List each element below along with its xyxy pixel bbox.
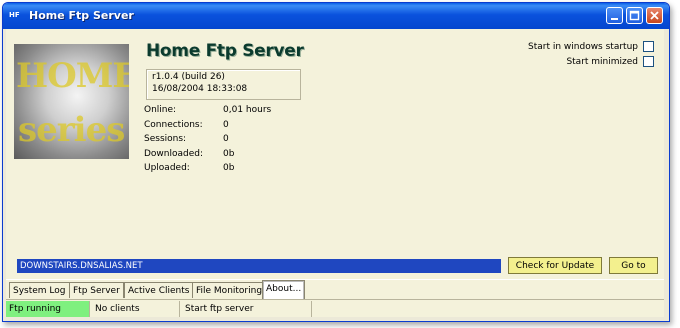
app-icon: HF: [9, 11, 20, 19]
status-message: Start ftp server: [182, 301, 312, 317]
startup-checkbox[interactable]: [643, 41, 654, 52]
stat-online: Online: 0,01 hours: [144, 103, 271, 118]
version-box: r1.0.4 (build 26) 16/08/2004 18:33:08: [146, 69, 301, 100]
minimize-button[interactable]: [606, 7, 623, 24]
check-for-update-button[interactable]: Check for Update: [508, 257, 602, 274]
minimized-checkbox[interactable]: [643, 56, 654, 67]
stat-downloaded: Downloaded: 0b: [144, 147, 271, 162]
option-start-with-windows[interactable]: Start in windows startup: [528, 41, 654, 52]
stat-label: Sessions:: [144, 134, 187, 144]
minimized-label: Start minimized: [566, 56, 638, 67]
tab-ftp-server[interactable]: Ftp Server: [69, 282, 124, 298]
host-address-field[interactable]: DOWNSTAIRS.DNSALIAS.NET: [17, 259, 501, 273]
startup-label: Start in windows startup: [528, 41, 638, 52]
version-text: r1.0.4 (build 26): [152, 72, 225, 82]
stat-uploaded: Uploaded: 0b: [144, 161, 271, 176]
tab-bar: System Log Ftp Server Active Clients Fil…: [6, 279, 664, 300]
tab-system-log[interactable]: System Log: [9, 282, 70, 298]
stat-value: 0: [223, 119, 229, 130]
option-start-minimized[interactable]: Start minimized: [566, 56, 654, 67]
tab-active-clients[interactable]: Active Clients: [124, 282, 194, 298]
stat-label: Downloaded:: [144, 148, 204, 159]
tab-file-monitoring[interactable]: File Monitoring: [192, 282, 267, 298]
close-button[interactable]: [646, 7, 663, 24]
stat-value: 0: [223, 134, 229, 144]
build-date: 16/08/2004 18:33:08: [152, 84, 248, 94]
stat-connections: Connections: 0: [144, 118, 271, 133]
window-title: Home Ftp Server: [29, 9, 134, 22]
stat-value: 0,01 hours: [223, 105, 272, 115]
stats-panel: Online: 0,01 hours Connections: 0 Sessio…: [144, 103, 271, 176]
go-to-button[interactable]: Go to: [609, 257, 658, 274]
main-panel: HOME series Home Ftp Server r1.0.4 (buil…: [6, 29, 664, 317]
maximize-button[interactable]: [626, 7, 643, 24]
logo-text-series: series: [18, 110, 125, 150]
stat-label: Uploaded:: [144, 163, 190, 173]
stat-value: 0b: [223, 148, 235, 159]
tab-about[interactable]: About...: [262, 280, 306, 300]
status-server-state: Ftp running: [6, 301, 90, 317]
status-bar: Ftp running No clients Start ftp server: [6, 299, 664, 318]
maximize-icon: [629, 10, 640, 21]
app-title: Home Ftp Server: [146, 41, 304, 61]
home-series-logo: HOME series: [14, 44, 129, 159]
status-clients: No clients: [92, 301, 180, 317]
stat-value: 0b: [223, 163, 235, 173]
minimize-icon: [611, 18, 618, 20]
logo-text-home: HOME: [16, 56, 129, 96]
close-icon: [650, 11, 659, 20]
app-window: HF Home Ftp Server HOME series Home Ftp …: [2, 2, 670, 322]
stat-sessions: Sessions: 0: [144, 132, 271, 147]
stat-label: Connections:: [144, 119, 203, 130]
title-bar[interactable]: HF Home Ftp Server: [3, 3, 669, 29]
stat-label: Online:: [144, 105, 177, 115]
